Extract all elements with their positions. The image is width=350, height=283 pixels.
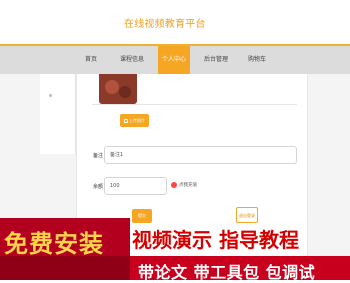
balance-input[interactable]: 100	[104, 177, 167, 195]
nav-item-personal-center[interactable]: 个人中心	[158, 46, 190, 74]
nav-item-admin[interactable]: 后台管理	[201, 46, 231, 74]
nav-item-home[interactable]: 首页	[80, 46, 102, 74]
remark-input[interactable]: 备注1	[104, 146, 297, 164]
nav-item-courses[interactable]: 课程信息	[118, 46, 146, 74]
avatar-detail	[119, 86, 131, 98]
avatar-detail	[105, 80, 119, 94]
site-header: 在线视频教育平台	[0, 0, 350, 46]
site-title: 在线视频教育平台	[124, 19, 206, 30]
promo-banner: 免费安装 视频演示 指导教程 带论文 带工具包 包调试	[0, 218, 350, 282]
upload-image-button[interactable]: 上传图片	[120, 114, 149, 127]
promo-left-strip	[0, 256, 130, 280]
recharge-icon[interactable]	[171, 182, 177, 188]
balance-label: 余额	[93, 184, 104, 190]
avatar-image	[99, 74, 137, 104]
nav-item-cart[interactable]: 购物车	[245, 46, 269, 74]
side-marker	[49, 94, 52, 97]
form-divider	[92, 104, 297, 105]
side-panel	[40, 74, 76, 154]
upload-label: 上传图片	[129, 118, 145, 123]
remark-label: 备注	[93, 153, 104, 159]
promo-sub-text: 带论文 带工具包 包调试	[138, 263, 316, 282]
recharge-link[interactable]: 点我充值	[179, 182, 197, 188]
promo-video-text: 视频演示 指导教程	[132, 228, 299, 252]
upload-icon	[124, 119, 128, 123]
main-nav: 首页 课程信息 个人中心 后台管理 购物车	[0, 46, 350, 74]
promo-main-text: 免费安装	[4, 230, 104, 258]
